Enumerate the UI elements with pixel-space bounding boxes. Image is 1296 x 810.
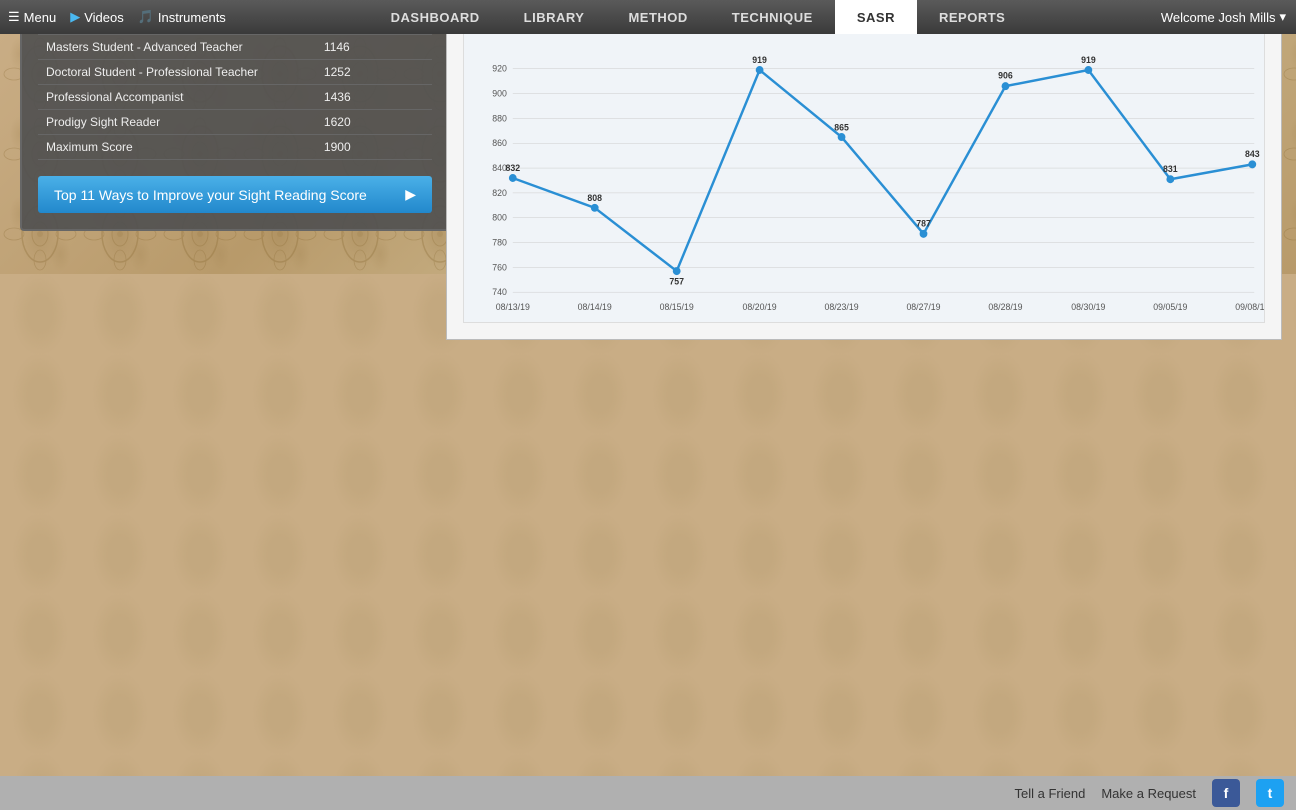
- svg-text:808: 808: [587, 193, 602, 203]
- nav-reports[interactable]: REPORTS: [917, 0, 1027, 34]
- user-welcome: Welcome Josh Mills ▾: [1136, 9, 1296, 25]
- svg-text:09/05/19: 09/05/19: [1153, 302, 1187, 312]
- tell-friend-link[interactable]: Tell a Friend: [1015, 786, 1086, 801]
- score-table: Level Average Score Early Beginner Stude…: [38, 34, 432, 160]
- nav-library[interactable]: LIBRARY: [502, 0, 607, 34]
- main-background: ✦ ✦ Your SASR score is 843 Level Average…: [0, 34, 1296, 810]
- score-cell: 1252: [316, 60, 432, 85]
- menu-icon: ☰: [8, 9, 20, 25]
- welcome-text: Welcome Josh Mills: [1161, 10, 1276, 25]
- svg-text:820: 820: [492, 188, 507, 198]
- nav-links: DASHBOARD LIBRARY METHOD TECHNIQUE SASR …: [260, 0, 1136, 34]
- table-row: Maximum Score1900: [38, 135, 432, 160]
- svg-text:08/15/19: 08/15/19: [660, 302, 694, 312]
- nav-technique[interactable]: TECHNIQUE: [710, 0, 835, 34]
- level-cell: Masters Student - Advanced Teacher: [38, 35, 316, 60]
- svg-text:787: 787: [916, 219, 931, 229]
- menu-button[interactable]: ☰ Menu: [8, 9, 56, 25]
- navigation-bar: ☰ Menu ▶ Videos 🎵 Instruments DASHBOARD …: [0, 0, 1296, 34]
- svg-text:08/20/19: 08/20/19: [743, 302, 777, 312]
- table-row: Masters Student - Advanced Teacher1146: [38, 35, 432, 60]
- videos-button[interactable]: ▶ Videos: [70, 9, 124, 25]
- improve-button-label: Top 11 Ways to Improve your Sight Readin…: [54, 187, 367, 203]
- table-row: Prodigy Sight Reader1620: [38, 110, 432, 135]
- footer: Tell a Friend Make a Request f t: [0, 776, 1296, 810]
- svg-text:800: 800: [492, 213, 507, 223]
- chart-svg: .grid-line { stroke: #ccc; stroke-width:…: [464, 34, 1264, 322]
- svg-text:920: 920: [492, 64, 507, 74]
- nav-sasr[interactable]: SASR: [835, 0, 917, 34]
- svg-text:760: 760: [492, 262, 507, 272]
- svg-text:831: 831: [1163, 164, 1178, 174]
- score-cell: 1620: [316, 110, 432, 135]
- svg-text:880: 880: [492, 113, 507, 123]
- table-row: Professional Accompanist1436: [38, 85, 432, 110]
- score-cell: 1900: [316, 135, 432, 160]
- dropdown-icon[interactable]: ▾: [1279, 9, 1286, 25]
- svg-text:843: 843: [1245, 149, 1260, 159]
- instruments-icon: 🎵: [138, 9, 154, 25]
- nav-dashboard[interactable]: DASHBOARD: [369, 0, 502, 34]
- svg-text:780: 780: [492, 237, 507, 247]
- svg-text:08/28/19: 08/28/19: [988, 302, 1022, 312]
- table-row: Doctoral Student - Professional Teacher1…: [38, 60, 432, 85]
- level-cell: Professional Accompanist: [38, 85, 316, 110]
- svg-text:906: 906: [998, 71, 1013, 81]
- twitter-label: t: [1268, 785, 1273, 801]
- instruments-label: Instruments: [158, 10, 226, 25]
- svg-text:09/08/19: 09/08/19: [1235, 302, 1264, 312]
- svg-text:919: 919: [752, 55, 767, 65]
- nav-method[interactable]: METHOD: [606, 0, 709, 34]
- facebook-label: f: [1224, 785, 1229, 801]
- instruments-button[interactable]: 🎵 Instruments: [138, 9, 226, 25]
- svg-text:865: 865: [834, 122, 849, 132]
- svg-text:919: 919: [1081, 55, 1096, 65]
- score-cell: 1436: [316, 85, 432, 110]
- svg-text:08/30/19: 08/30/19: [1071, 302, 1105, 312]
- svg-text:08/13/19: 08/13/19: [496, 302, 530, 312]
- level-cell: Doctoral Student - Professional Teacher: [38, 60, 316, 85]
- improve-button[interactable]: Top 11 Ways to Improve your Sight Readin…: [38, 176, 432, 213]
- svg-text:08/14/19: 08/14/19: [578, 302, 612, 312]
- videos-label: Videos: [84, 10, 124, 25]
- svg-text:832: 832: [505, 163, 520, 173]
- score-chart: .grid-line { stroke: #ccc; stroke-width:…: [463, 34, 1265, 323]
- svg-text:08/23/19: 08/23/19: [824, 302, 858, 312]
- level-cell: Prodigy Sight Reader: [38, 110, 316, 135]
- score-panel: ✦ ✦ Your SASR score is 843 Level Average…: [20, 34, 450, 231]
- menu-label: Menu: [24, 10, 57, 25]
- svg-text:740: 740: [492, 287, 507, 297]
- svg-text:860: 860: [492, 138, 507, 148]
- make-request-link[interactable]: Make a Request: [1101, 786, 1196, 801]
- facebook-button[interactable]: f: [1212, 779, 1240, 807]
- twitter-button[interactable]: t: [1256, 779, 1284, 807]
- chart-panel: Standard A Assessment of S Sight R Readi…: [446, 34, 1282, 340]
- arrow-icon: ▶: [405, 186, 416, 203]
- score-cell: 1146: [316, 35, 432, 60]
- play-icon: ▶: [70, 9, 80, 25]
- svg-text:08/27/19: 08/27/19: [906, 302, 940, 312]
- svg-text:757: 757: [669, 276, 684, 286]
- svg-text:900: 900: [492, 88, 507, 98]
- level-cell: Maximum Score: [38, 135, 316, 160]
